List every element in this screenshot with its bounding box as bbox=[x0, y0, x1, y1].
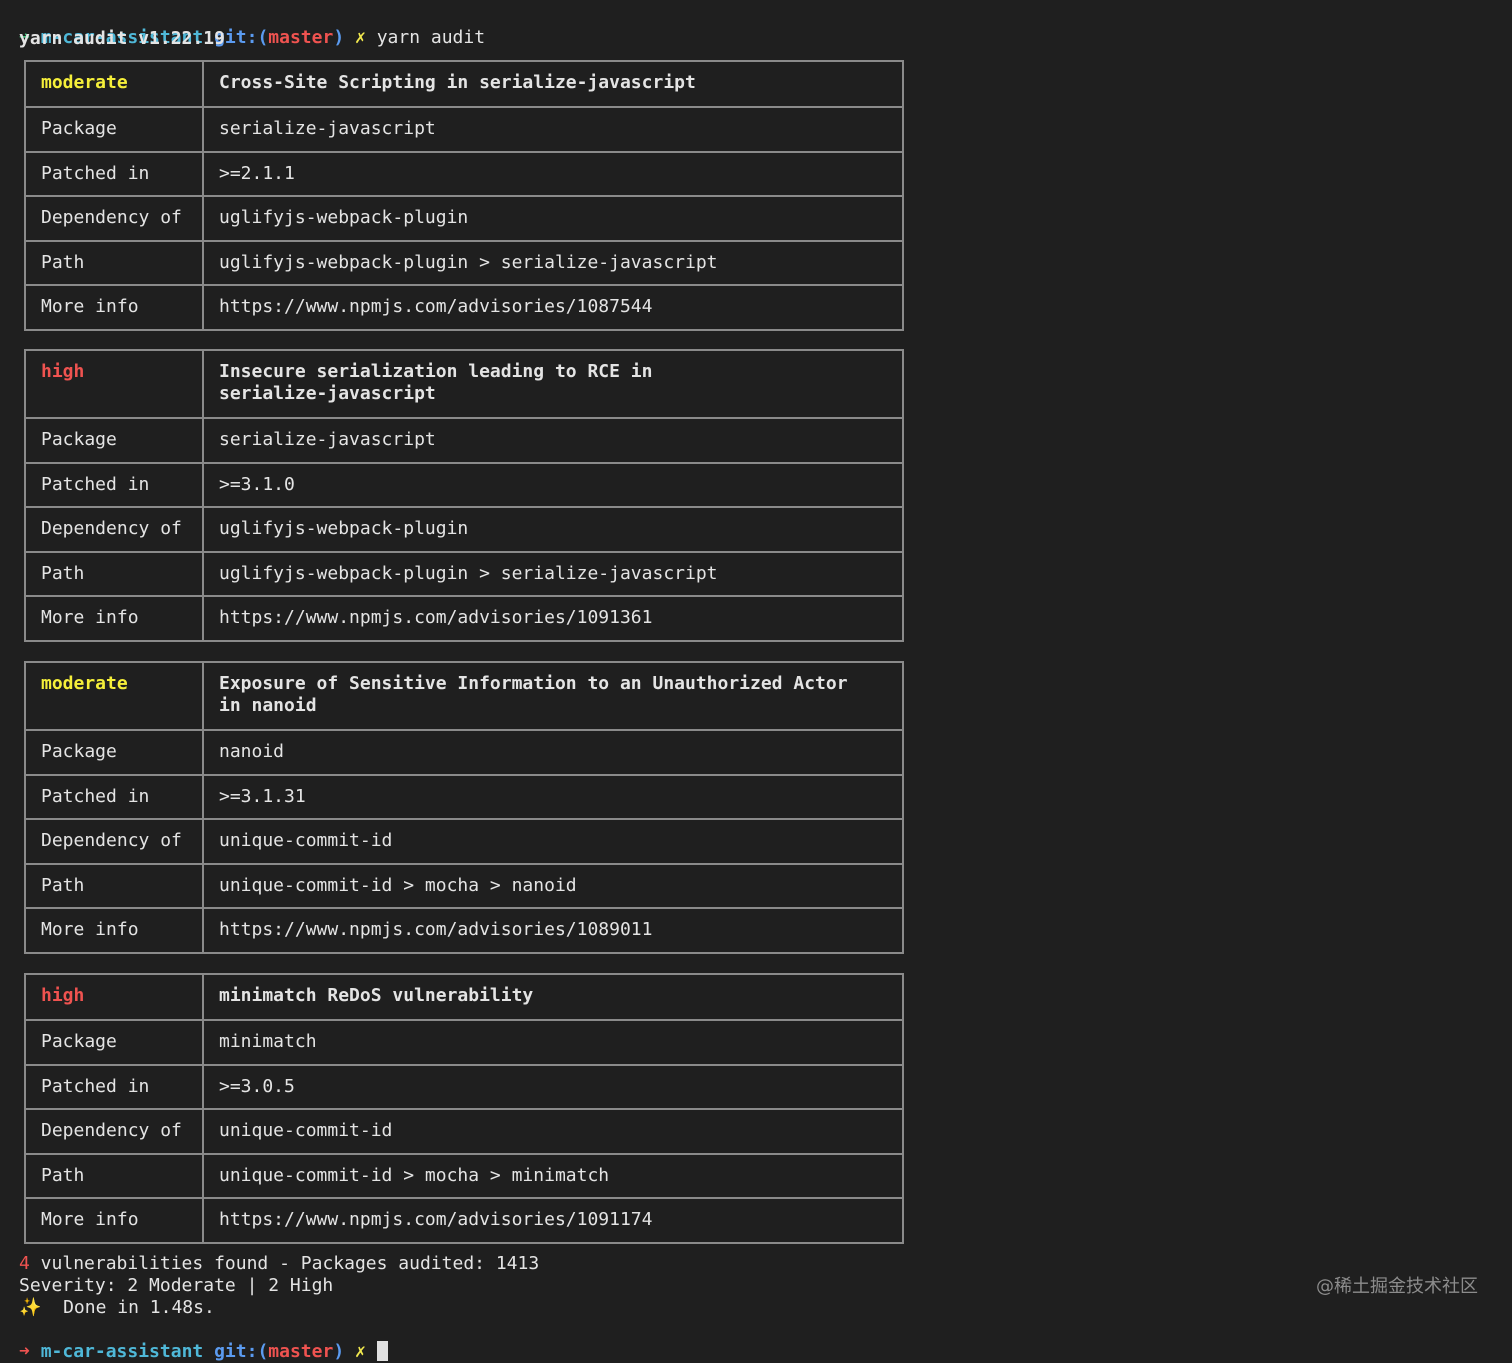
advisory-title-row: high Insecure serialization leading to R… bbox=[26, 351, 902, 417]
prompt-dirty-icon: ✗ bbox=[355, 1341, 366, 1362]
row-label: More info bbox=[26, 1199, 204, 1242]
table-row: Patched in >=3.1.0 bbox=[26, 461, 902, 506]
row-value: unique-commit-id > mocha > minimatch bbox=[219, 1164, 610, 1186]
row-label: Patched in bbox=[26, 1065, 204, 1108]
row-value: minimatch bbox=[219, 1031, 317, 1052]
table-row: Path unique-commit-id > mocha > nanoid bbox=[26, 862, 902, 907]
row-label: Patched in bbox=[26, 152, 204, 195]
advisory-table: high Insecure serialization leading to R… bbox=[24, 349, 904, 642]
prompt-branch: master bbox=[268, 1341, 334, 1362]
advisory-title: Cross-Site Scripting in serialize-javasc… bbox=[219, 72, 696, 93]
table-row: Package nanoid bbox=[26, 729, 902, 774]
row-label: Package bbox=[26, 108, 204, 151]
row-label: Package bbox=[26, 1021, 204, 1064]
table-row: Patched in >=2.1.1 bbox=[26, 150, 902, 195]
row-value: serialize-javascript bbox=[219, 429, 436, 450]
advisory-link[interactable]: https://www.npmjs.com/advisories/1091174 bbox=[204, 1199, 902, 1242]
advisory-title-row: high minimatch ReDoS vulnerability bbox=[26, 975, 902, 1019]
advisory-link[interactable]: https://www.npmjs.com/advisories/1089011 bbox=[204, 909, 902, 952]
row-value: >=3.1.31 bbox=[219, 785, 306, 807]
advisory-table: high minimatch ReDoS vulnerability Packa… bbox=[24, 973, 904, 1244]
row-value: unique-commit-id bbox=[219, 1120, 393, 1141]
row-label: Package bbox=[26, 731, 204, 774]
table-row: Path uglifyjs-webpack-plugin > serialize… bbox=[26, 550, 902, 595]
table-row: Dependency of uglifyjs-webpack-plugin bbox=[26, 506, 902, 551]
prompt-command: yarn audit bbox=[376, 27, 486, 48]
row-value: unique-commit-id > mocha > nanoid bbox=[219, 874, 577, 896]
table-row: More info https://www.npmjs.com/advisori… bbox=[26, 1197, 902, 1242]
prompt-git-suffix: ) bbox=[333, 1341, 345, 1362]
row-label: More info bbox=[26, 597, 204, 640]
watermark: @稀土掘金技术社区 bbox=[1316, 1276, 1478, 1297]
table-row: Package minimatch bbox=[26, 1019, 902, 1064]
summary-line: 4 vulnerabilities found - Packages audit… bbox=[19, 1253, 539, 1275]
advisory-title: minimatch ReDoS vulnerability bbox=[219, 985, 534, 1006]
terminal-cursor[interactable] bbox=[376, 1341, 388, 1361]
row-label: More info bbox=[26, 286, 204, 329]
advisory-link[interactable]: https://www.npmjs.com/advisories/1087544 bbox=[204, 286, 902, 329]
row-value: serialize-javascript bbox=[219, 118, 436, 139]
advisory-title: Exposure of Sensitive Information to an … bbox=[219, 673, 848, 716]
version-line: yarn audit v1.22.19 bbox=[19, 28, 225, 49]
prompt-line-bottom[interactable]: ➜ m-car-assistant git:(master) ✗ bbox=[19, 1319, 388, 1362]
prompt-git-prefix: git:( bbox=[214, 1341, 269, 1362]
row-value: uglifyjs-webpack-plugin > serialize-java… bbox=[219, 251, 718, 273]
severity-label: moderate bbox=[26, 663, 204, 729]
advisory-title-row: moderate Cross-Site Scripting in seriali… bbox=[26, 62, 902, 106]
row-value: >=3.1.0 bbox=[219, 473, 295, 495]
summary-text: vulnerabilities found - Packages audited… bbox=[29, 1253, 540, 1274]
table-row: Dependency of unique-commit-id bbox=[26, 1108, 902, 1153]
table-row: Package serialize-javascript bbox=[26, 417, 902, 462]
table-row: Path uglifyjs-webpack-plugin > serialize… bbox=[26, 239, 902, 284]
vulnerability-count: 4 bbox=[19, 1253, 30, 1274]
row-value: >=3.0.5 bbox=[219, 1075, 295, 1097]
table-row: Patched in >=3.1.31 bbox=[26, 773, 902, 818]
row-label: Path bbox=[26, 241, 204, 284]
row-value: uglifyjs-webpack-plugin bbox=[219, 207, 469, 228]
prompt-directory: m-car-assistant bbox=[40, 1341, 204, 1362]
severity-line: Severity: 2 Moderate | 2 High bbox=[19, 1275, 334, 1296]
row-value: >=2.1.1 bbox=[219, 162, 295, 184]
table-row: More info https://www.npmjs.com/advisori… bbox=[26, 595, 902, 640]
row-label: Path bbox=[26, 552, 204, 595]
prompt-dirty-icon: ✗ bbox=[355, 27, 366, 48]
severity-label: moderate bbox=[26, 62, 204, 106]
table-row: Dependency of unique-commit-id bbox=[26, 818, 902, 863]
row-label: Dependency of bbox=[26, 820, 204, 863]
row-value: uglifyjs-webpack-plugin bbox=[219, 518, 469, 539]
row-label: Patched in bbox=[26, 775, 204, 818]
prompt-arrow-icon: ➜ bbox=[19, 1341, 30, 1362]
advisory-title-row: moderate Exposure of Sensitive Informati… bbox=[26, 663, 902, 729]
sparkle-icon: ✨ bbox=[19, 1297, 42, 1318]
table-row: Path unique-commit-id > mocha > minimatc… bbox=[26, 1152, 902, 1197]
row-label: More info bbox=[26, 909, 204, 952]
row-label: Dependency of bbox=[26, 1110, 204, 1153]
table-row: Patched in >=3.0.5 bbox=[26, 1063, 902, 1108]
advisory-title: Insecure serialization leading to RCE in… bbox=[219, 361, 653, 404]
advisory-table: moderate Cross-Site Scripting in seriali… bbox=[24, 60, 904, 331]
row-label: Package bbox=[26, 419, 204, 462]
prompt-line-top: ➜ m-car-assistant git:(master) ✗ yarn au… bbox=[19, 5, 485, 48]
row-label: Path bbox=[26, 864, 204, 907]
done-line: ✨ Done in 1.48s. bbox=[19, 1297, 215, 1319]
table-row: Dependency of uglifyjs-webpack-plugin bbox=[26, 195, 902, 240]
severity-label: high bbox=[26, 351, 204, 417]
row-value: uglifyjs-webpack-plugin > serialize-java… bbox=[219, 562, 718, 584]
prompt-git-suffix: ) bbox=[333, 27, 345, 48]
done-text: Done in 1.48s. bbox=[41, 1297, 215, 1318]
row-label: Dependency of bbox=[26, 197, 204, 240]
prompt-branch: master bbox=[268, 27, 334, 48]
row-value: unique-commit-id bbox=[219, 830, 393, 851]
row-label: Dependency of bbox=[26, 508, 204, 551]
table-row: Package serialize-javascript bbox=[26, 106, 902, 151]
advisory-link[interactable]: https://www.npmjs.com/advisories/1091361 bbox=[204, 597, 902, 640]
row-label: Path bbox=[26, 1154, 204, 1197]
table-row: More info https://www.npmjs.com/advisori… bbox=[26, 907, 902, 952]
row-label: Patched in bbox=[26, 463, 204, 506]
table-row: More info https://www.npmjs.com/advisori… bbox=[26, 284, 902, 329]
row-value: nanoid bbox=[219, 741, 285, 762]
advisory-table: moderate Exposure of Sensitive Informati… bbox=[24, 661, 904, 954]
severity-label: high bbox=[26, 975, 204, 1019]
